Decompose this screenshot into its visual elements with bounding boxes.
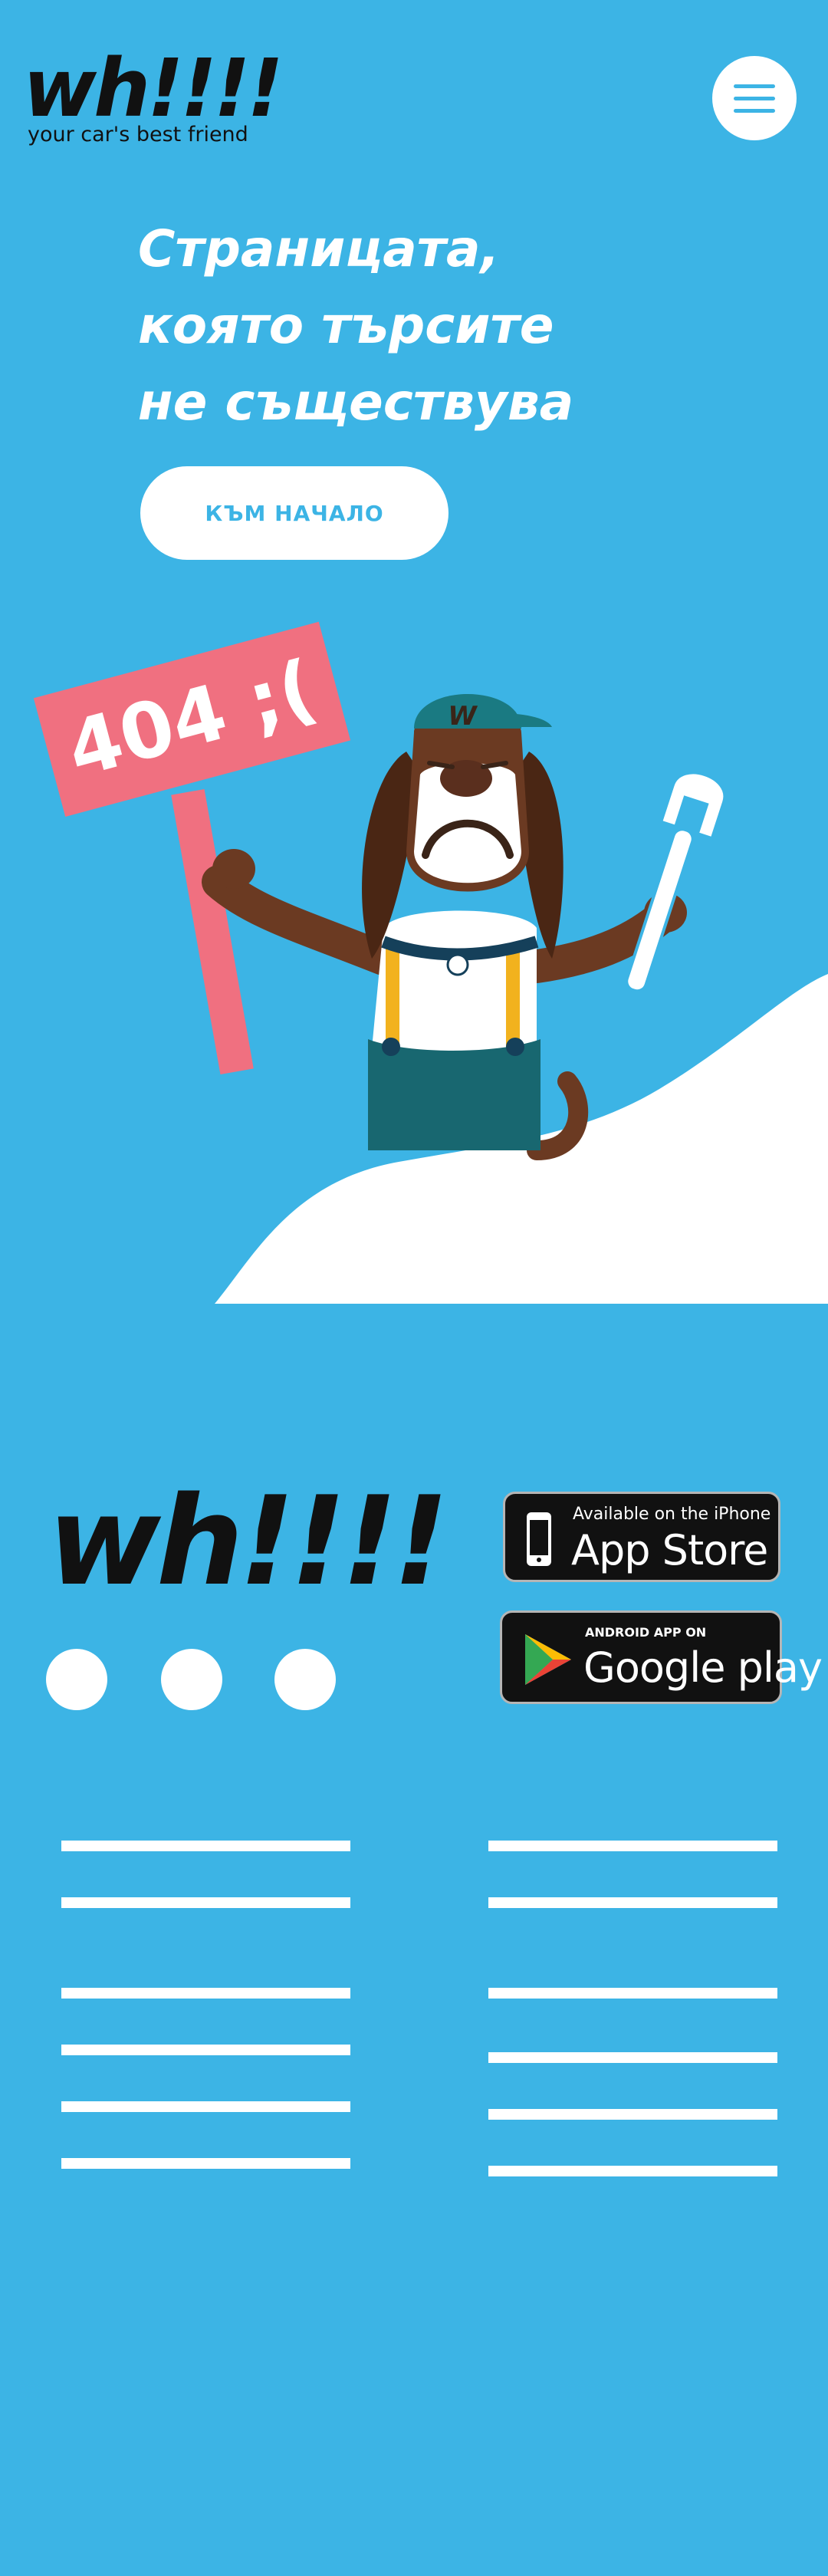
- footer-link[interactable]: [488, 2052, 777, 2063]
- logo-tagline: your car's best friend: [28, 123, 248, 146]
- google-play-big-text: Google play: [583, 1643, 823, 1692]
- title-line: Страницата,: [138, 219, 500, 278]
- hamburger-icon-line: [734, 97, 775, 100]
- back-home-button[interactable]: КЪМ НАЧАЛО: [140, 466, 449, 560]
- footer-link[interactable]: [61, 1988, 350, 1999]
- google-play-badge[interactable]: ANDROID APP ON Google play: [500, 1610, 823, 1704]
- hero-section: wh!!!! your car's best friend Страницата…: [0, 0, 828, 1304]
- hamburger-icon: [734, 84, 775, 88]
- title-line: не съществува: [138, 373, 574, 432]
- social-icon-1[interactable]: [46, 1649, 107, 1710]
- footer-logo-wordmark: wh!!!!: [48, 1469, 449, 1613]
- footer-link[interactable]: [488, 1897, 777, 1908]
- footer-link[interactable]: [61, 2158, 350, 2169]
- logo-wordmark: wh!!!!: [23, 41, 284, 135]
- error-sign: 404 ;(: [33, 621, 351, 817]
- footer-link[interactable]: [61, 2045, 350, 2055]
- social-icon-3[interactable]: [274, 1649, 336, 1710]
- wrench-icon: [625, 771, 727, 993]
- footer-link[interactable]: [488, 1988, 777, 1999]
- header-logo[interactable]: wh!!!! your car's best friend: [23, 46, 284, 153]
- dog-left-arm: [202, 865, 400, 975]
- menu-button[interactable]: [712, 56, 797, 140]
- hamburger-icon-line: [734, 109, 775, 113]
- google-play-small-text: ANDROID APP ON: [585, 1625, 707, 1640]
- footer-link[interactable]: [61, 1841, 350, 1851]
- belt-badge: [446, 953, 469, 976]
- google-play-icon: [525, 1634, 571, 1685]
- pants-button-right: [506, 1038, 524, 1056]
- app-store-small-text: Available on the iPhone: [573, 1505, 771, 1524]
- footer-link[interactable]: [488, 1841, 777, 1851]
- title-line: която търсите: [138, 296, 554, 355]
- footer-logo[interactable]: wh!!!!: [48, 1480, 449, 1603]
- mechanic-dog-illustration: 404 ;(W: [33, 621, 828, 1304]
- footer-link[interactable]: [61, 2101, 350, 2112]
- site-footer: wh!!!! Available on the iPhone App Store…: [0, 1304, 828, 2576]
- sign-post: [171, 788, 254, 1075]
- cap-logo: W: [448, 701, 478, 732]
- app-store-big-text: App Store: [571, 1526, 768, 1574]
- pants-button-left: [382, 1038, 400, 1056]
- iphone-icon: [527, 1512, 551, 1566]
- footer-link[interactable]: [488, 2109, 777, 2120]
- footer-link[interactable]: [488, 2166, 777, 2176]
- footer-link[interactable]: [61, 1897, 350, 1908]
- page-title: Страницата, която търсите не съществува: [138, 211, 767, 441]
- dog-left-paw: [212, 849, 255, 889]
- app-store-badge[interactable]: Available on the iPhone App Store: [503, 1492, 780, 1582]
- error-404-page: wh!!!! your car's best friend Страницата…: [0, 0, 828, 2576]
- cap-visor: [498, 713, 552, 727]
- social-icon-2[interactable]: [161, 1649, 222, 1710]
